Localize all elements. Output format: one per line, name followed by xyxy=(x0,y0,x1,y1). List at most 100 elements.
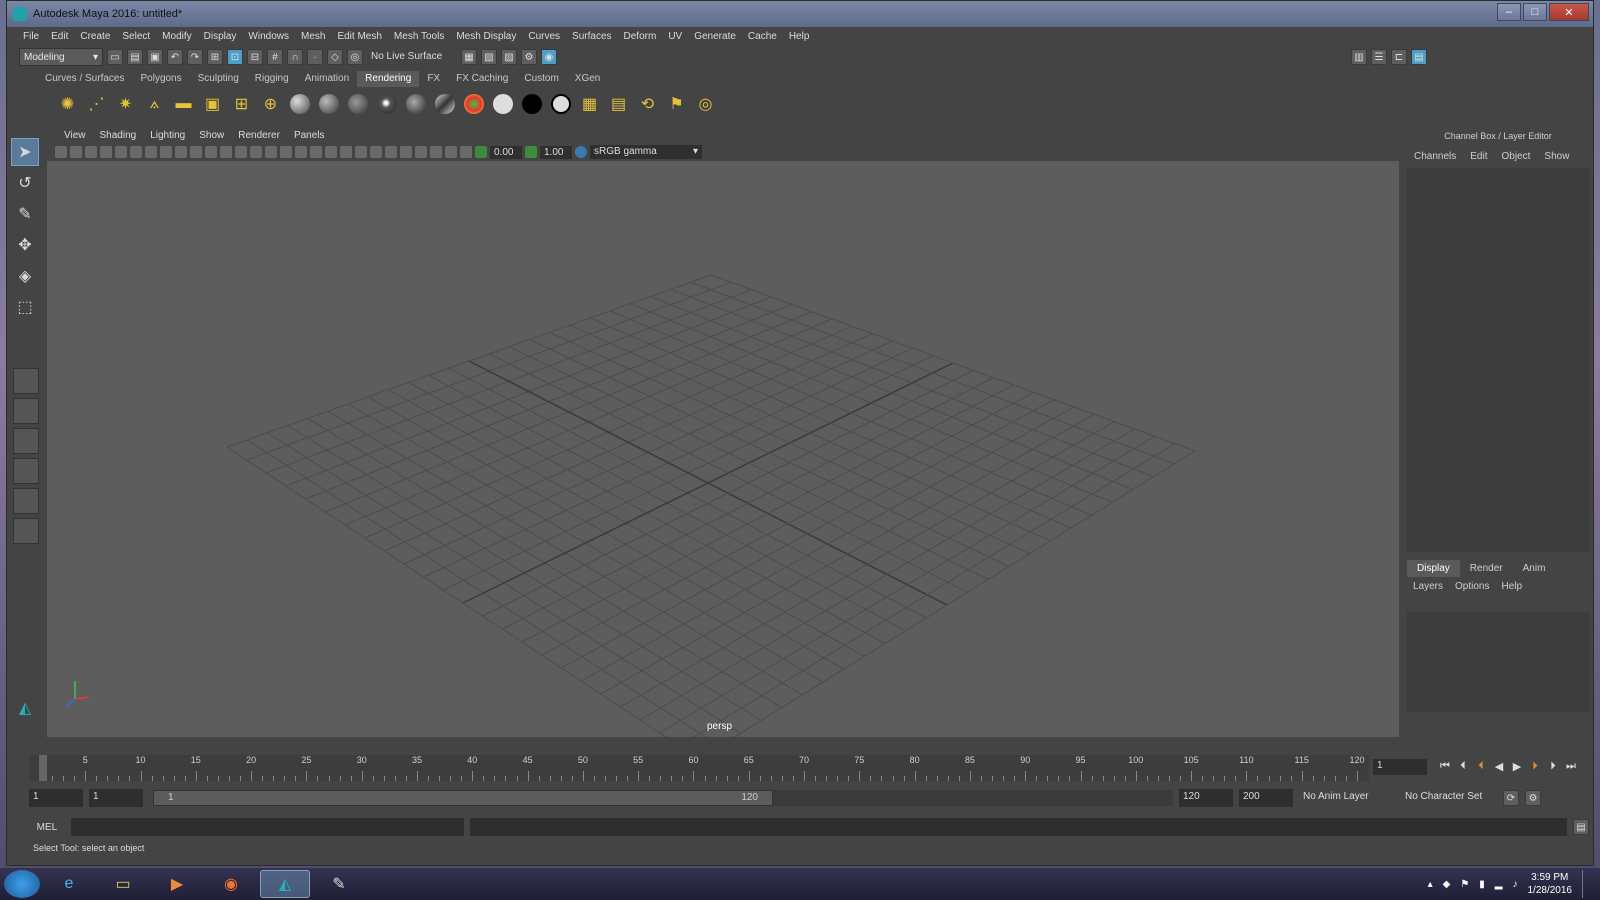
viewport-menu-view[interactable]: View xyxy=(57,130,93,141)
select-component-icon[interactable]: ⊟ xyxy=(247,49,263,65)
color-management-icon[interactable] xyxy=(575,146,587,158)
viewport-menu-shading[interactable]: Shading xyxy=(93,130,144,141)
wireframe-icon[interactable] xyxy=(250,146,262,158)
menu-help[interactable]: Help xyxy=(783,31,816,42)
playback-end-field[interactable]: 120 xyxy=(1179,789,1233,807)
step-back-key-icon[interactable]: ⏴ xyxy=(1473,757,1489,775)
textured-icon[interactable] xyxy=(325,146,337,158)
start-button[interactable] xyxy=(4,870,40,898)
anisotropic-material-icon[interactable] xyxy=(287,92,312,117)
hypershade-icon[interactable]: ◉ xyxy=(541,49,557,65)
flag-icon[interactable]: ⚑ xyxy=(1460,879,1469,890)
menu-mesh-display[interactable]: Mesh Display xyxy=(450,31,522,42)
menu-mesh-tools[interactable]: Mesh Tools xyxy=(388,31,450,42)
two-d-pan-zoom-icon[interactable] xyxy=(115,146,127,158)
gamma-icon[interactable] xyxy=(525,146,537,158)
menu-modify[interactable]: Modify xyxy=(156,31,197,42)
grease-pencil-icon[interactable] xyxy=(130,146,142,158)
select-object-icon[interactable]: ⊡ xyxy=(227,49,243,65)
channels-menu[interactable]: Channels xyxy=(1407,151,1463,162)
close-button[interactable]: ✕ xyxy=(1549,3,1589,21)
spot-light-icon[interactable]: ⟑ xyxy=(142,92,167,117)
safe-action-icon[interactable] xyxy=(220,146,232,158)
render-frame-icon[interactable]: ▧ xyxy=(481,49,497,65)
select-hierarchy-icon[interactable]: ⊞ xyxy=(207,49,223,65)
view-transform-dropdown[interactable]: sRGB gamma ▾ xyxy=(590,145,702,159)
maximize-button[interactable]: □ xyxy=(1523,3,1547,21)
tab-display-layers[interactable]: Display xyxy=(1407,560,1460,577)
select-camera-icon[interactable] xyxy=(55,146,67,158)
tab-sculpting[interactable]: Sculpting xyxy=(190,71,247,87)
field-chart-icon[interactable] xyxy=(205,146,217,158)
snap-point-icon[interactable]: ∙ xyxy=(307,49,323,65)
new-scene-icon[interactable]: ▭ xyxy=(107,49,123,65)
undo-icon[interactable]: ↶ xyxy=(167,49,183,65)
tab-fx-caching[interactable]: FX Caching xyxy=(448,71,516,87)
exposure-field[interactable]: 0.00 xyxy=(490,145,522,159)
directional-light-icon[interactable]: ⋰ xyxy=(84,92,109,117)
firefox-icon[interactable]: ◉ xyxy=(206,870,256,898)
render-settings-icon[interactable]: ⚙ xyxy=(521,49,537,65)
tab-render-layers[interactable]: Render xyxy=(1460,560,1513,577)
channel-list[interactable] xyxy=(1407,168,1589,552)
ipr-render-icon[interactable]: ▨ xyxy=(501,49,517,65)
animation-end-field[interactable]: 200 xyxy=(1239,789,1293,807)
wireframe-on-shaded-icon[interactable] xyxy=(295,146,307,158)
tab-custom[interactable]: Custom xyxy=(516,71,566,87)
surface-shader-icon[interactable] xyxy=(490,92,515,117)
dropbox-icon[interactable]: ◆ xyxy=(1443,879,1451,890)
screen-space-ao-icon[interactable] xyxy=(370,146,382,158)
volume-light-icon[interactable]: ▣ xyxy=(200,92,225,117)
internet-explorer-icon[interactable]: e xyxy=(44,870,94,898)
render-view-icon[interactable]: ▦ xyxy=(461,49,477,65)
taskbar-clock[interactable]: 3:59 PM 1/28/2016 xyxy=(1528,871,1573,897)
four-view-layout-icon[interactable] xyxy=(13,398,39,424)
viewport-menu-panels[interactable]: Panels xyxy=(287,130,332,141)
anti-aliasing-icon[interactable] xyxy=(400,146,412,158)
title-bar[interactable]: Autodesk Maya 2016: untitled* – □ ✕ xyxy=(7,1,1593,27)
toggle-attribute-editor-icon[interactable]: ☰ xyxy=(1371,49,1387,65)
viewport-menu-show[interactable]: Show xyxy=(192,130,231,141)
ramp-shader-icon[interactable] xyxy=(432,92,457,117)
camera-icon[interactable]: ⊞ xyxy=(229,92,254,117)
menu-deform[interactable]: Deform xyxy=(618,31,663,42)
menu-mesh[interactable]: Mesh xyxy=(295,31,331,42)
rotate-tool-icon[interactable]: ◈ xyxy=(11,262,39,290)
isolate-select-icon[interactable] xyxy=(430,146,442,158)
menu-display[interactable]: Display xyxy=(198,31,243,42)
resolution-gate-icon[interactable] xyxy=(175,146,187,158)
persp-node-editor-layout-icon[interactable] xyxy=(13,518,39,544)
battery-icon[interactable]: ▮ xyxy=(1479,879,1485,890)
layer-help-menu[interactable]: Help xyxy=(1495,581,1528,592)
single-perspective-layout-icon[interactable] xyxy=(13,368,39,394)
ambient-light-icon[interactable]: ✺ xyxy=(55,92,80,117)
batch-render-icon[interactable]: ⚑ xyxy=(664,92,689,117)
menu-curves[interactable]: Curves xyxy=(522,31,566,42)
cb-show-menu[interactable]: Show xyxy=(1537,151,1576,162)
persp-outliner-layout-icon[interactable] xyxy=(13,428,39,454)
menu-create[interactable]: Create xyxy=(74,31,116,42)
go-to-start-icon[interactable]: ⏮ xyxy=(1437,757,1453,775)
options-menu[interactable]: Options xyxy=(1449,581,1495,592)
menu-set-dropdown[interactable]: Modeling ▾ xyxy=(19,48,103,66)
viewport-menu-renderer[interactable]: Renderer xyxy=(231,130,287,141)
menu-cache[interactable]: Cache xyxy=(742,31,783,42)
step-forward-frame-icon[interactable]: ⏵ xyxy=(1545,757,1561,775)
menu-file[interactable]: File xyxy=(17,31,45,42)
gate-mask-icon[interactable] xyxy=(190,146,202,158)
shadows-icon[interactable] xyxy=(355,146,367,158)
current-time-marker[interactable] xyxy=(39,755,47,781)
camera-aim-icon[interactable]: ⊕ xyxy=(258,92,283,117)
show-hidden-icons-icon[interactable]: ▴ xyxy=(1428,879,1433,890)
play-forwards-icon[interactable]: ▶ xyxy=(1509,757,1525,775)
exposure-icon[interactable] xyxy=(475,146,487,158)
toggle-channel-box-icon[interactable]: ▤ xyxy=(1411,49,1427,65)
safe-title-icon[interactable] xyxy=(235,146,247,158)
render-current-frame-icon[interactable]: ▦ xyxy=(577,92,602,117)
step-forward-key-icon[interactable]: ⏵ xyxy=(1527,757,1543,775)
paint-icon[interactable]: ✎ xyxy=(314,870,364,898)
use-all-lights-icon[interactable] xyxy=(340,146,352,158)
tab-anim-layers[interactable]: Anim xyxy=(1513,560,1556,577)
shading-map-icon[interactable] xyxy=(461,92,486,117)
animation-prefs-icon[interactable]: ⚙ xyxy=(1525,790,1541,806)
